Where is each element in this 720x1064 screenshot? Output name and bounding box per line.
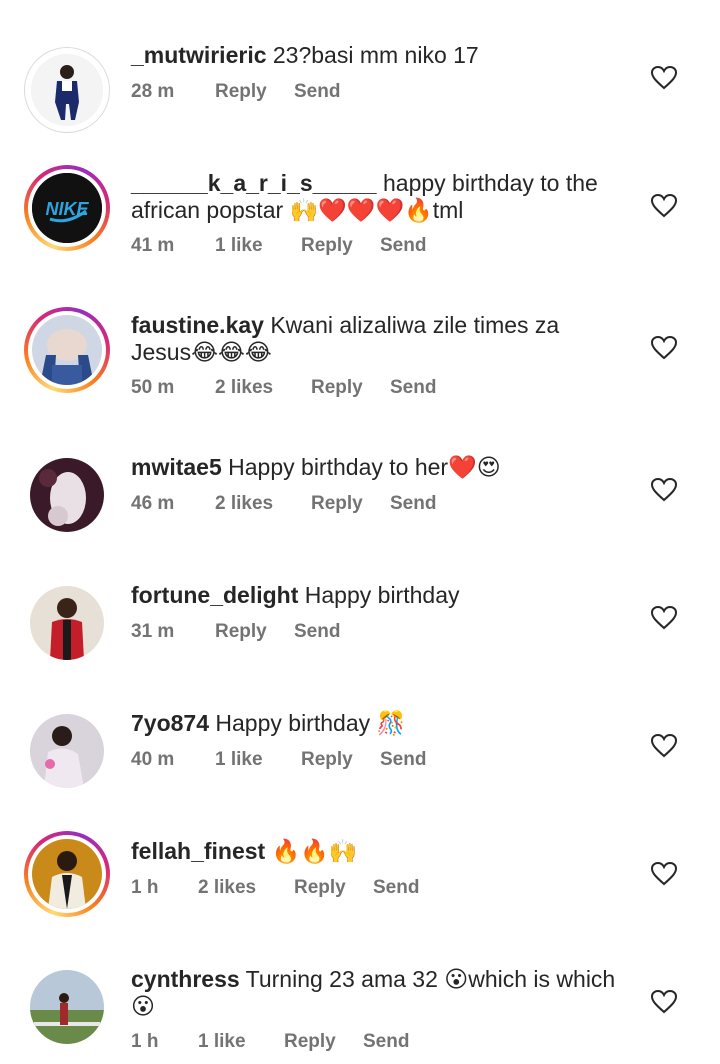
like-heart-icon[interactable] (651, 990, 677, 1014)
send-button[interactable]: Send (390, 493, 436, 515)
like-count[interactable]: 1 like (215, 235, 301, 257)
like-heart-icon[interactable] (651, 734, 677, 758)
comment-time: 46 m (131, 493, 175, 514)
reply-button[interactable]: Reply (294, 877, 373, 899)
send-button[interactable]: Send (294, 81, 340, 103)
comment-username[interactable]: mwitae5 (131, 454, 222, 480)
reply-button[interactable]: Reply (215, 621, 294, 643)
comment-username[interactable]: ______k_a_r_i_s_____ (131, 170, 377, 196)
comment-text-line2: 😮 (131, 993, 155, 1019)
comment-time: 31 m (131, 621, 175, 642)
send-button[interactable]: Send (363, 1031, 409, 1053)
comment-time: 41 m (131, 235, 175, 256)
comment-username[interactable]: 7yo874 (131, 710, 209, 736)
avatar[interactable] (29, 969, 105, 1045)
avatar[interactable] (24, 47, 110, 133)
like-count[interactable]: 1 like (215, 749, 301, 771)
reply-button[interactable]: Reply (284, 1031, 363, 1053)
comment-text-line2: african popstar 🙌❤️❤️❤️🔥tml (131, 197, 464, 223)
avatar-logo-text: NIKE (45, 199, 89, 219)
like-heart-icon[interactable] (651, 606, 677, 630)
avatar[interactable] (29, 585, 105, 661)
avatar[interactable]: NIKE (24, 165, 110, 251)
like-heart-icon[interactable] (651, 194, 677, 218)
like-count[interactable]: 1 like (198, 1031, 284, 1053)
like-heart-icon[interactable] (651, 336, 677, 360)
comment-time: 40 m (131, 749, 175, 770)
avatar[interactable] (24, 307, 110, 393)
comment-text: Happy birthday 🎊 (215, 710, 406, 736)
comment-text-line2: Jesus😂😂😂 (131, 339, 272, 365)
like-heart-icon[interactable] (651, 66, 677, 90)
comment-time: 1 h (131, 1031, 159, 1052)
comment-username[interactable]: fortune_delight (131, 582, 298, 608)
avatar[interactable] (29, 457, 105, 533)
comment-text: Turning 23 ama 32 😮which is which (245, 966, 616, 992)
like-heart-icon[interactable] (651, 478, 677, 502)
comment-text: Happy birthday (304, 582, 460, 608)
comment-username[interactable]: fellah_finest (131, 838, 265, 864)
send-button[interactable]: Send (294, 621, 340, 643)
comment-text: 🔥🔥🙌 (271, 838, 358, 864)
comment-text: Kwani alizaliwa zile times za (270, 312, 560, 338)
reply-button[interactable]: Reply (215, 81, 294, 103)
like-count[interactable]: 2 likes (215, 493, 311, 515)
comment-username[interactable]: cynthress (131, 966, 240, 992)
comment-username[interactable]: faustine.kay (131, 312, 264, 338)
like-heart-icon[interactable] (651, 862, 677, 886)
reply-button[interactable]: Reply (311, 377, 390, 399)
comment-text: 23?basi mm niko 17 (272, 42, 479, 68)
reply-button[interactable]: Reply (301, 749, 380, 771)
send-button[interactable]: Send (380, 235, 426, 257)
avatar[interactable] (29, 713, 105, 789)
reply-button[interactable]: Reply (311, 493, 390, 515)
comment-time: 28 m (131, 81, 175, 102)
comment-text: happy birthday to the (382, 170, 598, 196)
send-button[interactable]: Send (390, 377, 436, 399)
reply-button[interactable]: Reply (301, 235, 380, 257)
send-button[interactable]: Send (380, 749, 426, 771)
like-count[interactable]: 2 likes (215, 377, 311, 399)
avatar[interactable] (24, 831, 110, 917)
send-button[interactable]: Send (373, 877, 419, 899)
comment-text: Happy birthday to her❤️😍 (228, 454, 501, 480)
comment-time: 1 h (131, 877, 159, 898)
comment-time: 50 m (131, 377, 175, 398)
like-count[interactable]: 2 likes (198, 877, 294, 899)
comment-username[interactable]: _mutwirieric (131, 42, 267, 68)
